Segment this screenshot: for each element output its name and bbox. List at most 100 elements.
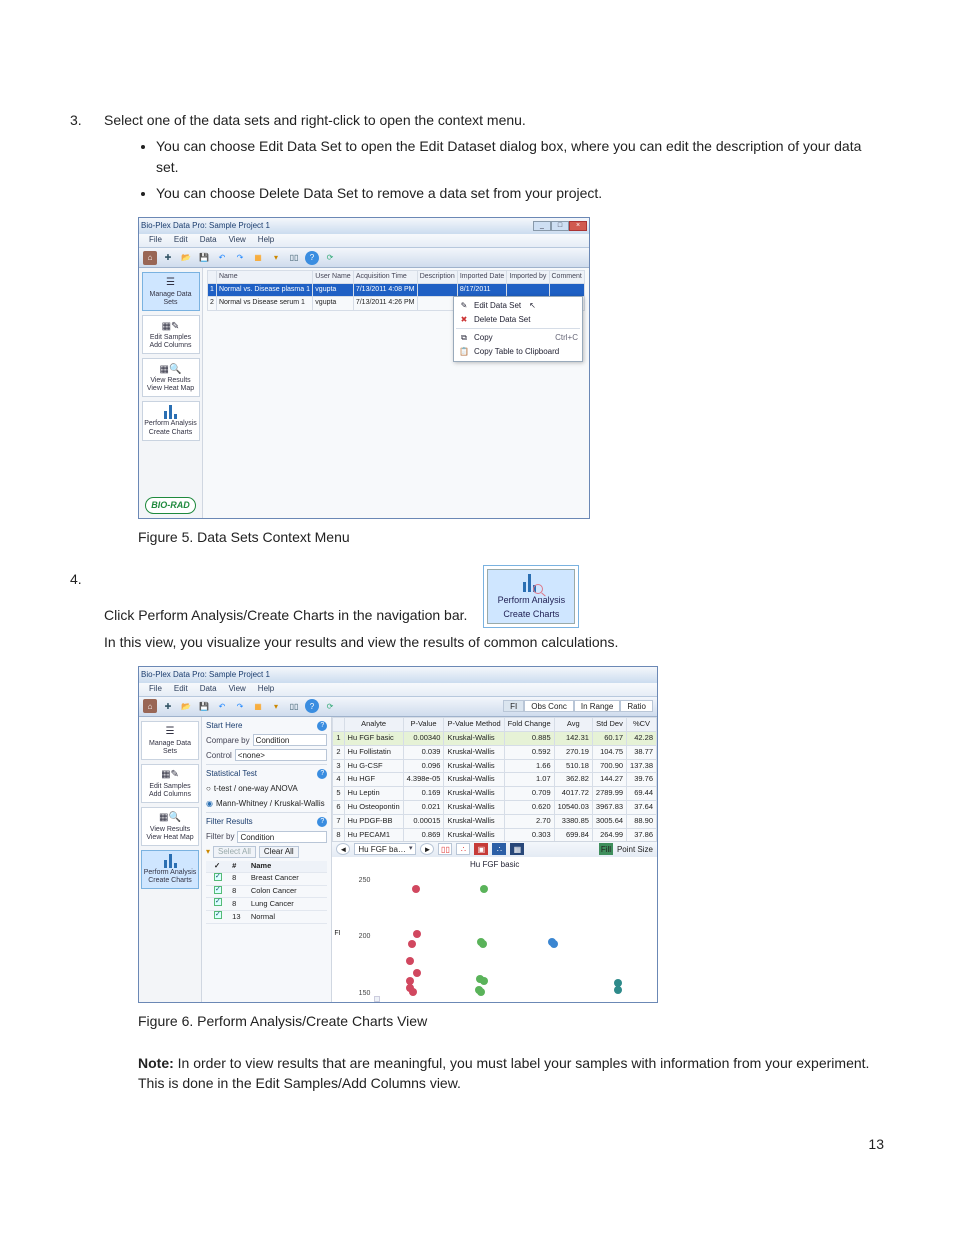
data-point[interactable]: [412, 885, 420, 893]
funnel-icon[interactable]: ▾: [269, 699, 283, 713]
col-comment[interactable]: Comment: [549, 271, 585, 284]
undo-icon[interactable]: ↶: [215, 699, 229, 713]
data-point[interactable]: [477, 988, 485, 996]
filter-row[interactable]: 8Colon Cancer: [206, 885, 327, 898]
analyte-select[interactable]: Hu FGF ba…: [354, 843, 416, 855]
col-impdate[interactable]: Imported Date: [457, 271, 507, 284]
nav-view-results[interactable]: ▦🔍 View Results View Heat Map: [141, 807, 199, 846]
filter-row[interactable]: 8Breast Cancer: [206, 872, 327, 885]
nav-view-results[interactable]: ▦🔍 View Results View Heat Map: [142, 358, 200, 397]
next-icon[interactable]: ►: [420, 843, 434, 855]
open-icon[interactable]: 📂: [179, 699, 193, 713]
data-point[interactable]: [413, 969, 421, 977]
heat-chart-icon[interactable]: ▦: [510, 843, 524, 855]
nav-manage-data-sets[interactable]: ☰ Manage Data Sets: [141, 721, 199, 760]
clear-all-button[interactable]: Clear All: [259, 846, 299, 858]
prev-icon[interactable]: ◄: [336, 843, 350, 855]
col-user[interactable]: User Name: [313, 271, 354, 284]
compare-by-select[interactable]: Condition: [253, 734, 328, 746]
col-acq[interactable]: Acquisition Time: [353, 271, 417, 284]
fill-toggle[interactable]: Fill: [599, 843, 613, 855]
data-point[interactable]: [413, 930, 421, 938]
plot-area[interactable]: [374, 871, 651, 996]
filter-by-select[interactable]: Condition: [237, 831, 327, 843]
col-desc[interactable]: Description: [417, 271, 457, 284]
maximize-button[interactable]: □: [551, 221, 569, 231]
new-icon[interactable]: ✚: [161, 251, 175, 265]
tab-fi[interactable]: FI: [503, 700, 524, 712]
tab-in-range[interactable]: In Range: [574, 700, 620, 712]
funnel-icon[interactable]: ▾: [269, 251, 283, 265]
result-row[interactable]: 6Hu Osteopontin0.021Kruskal-Wallis0.6201…: [333, 801, 657, 815]
menu-data[interactable]: Data: [194, 683, 223, 696]
radio-mann-whitney[interactable]: ◉ Mann-Whitney / Kruskal-Wallis: [206, 798, 327, 810]
grid-icon[interactable]: ▦: [251, 251, 265, 265]
home-icon[interactable]: ⌂: [143, 251, 157, 265]
menu-file[interactable]: File: [143, 234, 168, 247]
bar-chart-icon[interactable]: ▯▯: [438, 843, 452, 855]
data-point[interactable]: [480, 885, 488, 893]
nav-perform-analysis[interactable]: Perform Analysis Create Charts: [142, 401, 200, 440]
save-icon[interactable]: 💾: [197, 251, 211, 265]
data-point[interactable]: [406, 957, 414, 965]
menu-edit[interactable]: Edit: [168, 234, 194, 247]
save-icon[interactable]: 💾: [197, 699, 211, 713]
result-row[interactable]: 8Hu PECAM10.869Kruskal-Wallis0.303699.84…: [333, 828, 657, 841]
data-point[interactable]: [408, 940, 416, 948]
help-icon[interactable]: ?: [305, 699, 319, 713]
open-icon[interactable]: 📂: [179, 251, 193, 265]
new-icon[interactable]: ✚: [161, 699, 175, 713]
help-icon[interactable]: ?: [317, 721, 327, 731]
columns-icon[interactable]: ▯▯: [287, 699, 301, 713]
nav-manage-data-sets[interactable]: ☰ Manage Data Sets: [142, 272, 200, 311]
nav-edit-samples[interactable]: ▦✎ Edit Samples Add Columns: [141, 764, 199, 803]
ctx-copy-table[interactable]: 📋 Copy Table to Clipboard: [456, 345, 580, 359]
help-icon[interactable]: ?: [305, 251, 319, 265]
result-row[interactable]: 2Hu Follistatin0.039Kruskal-Wallis0.5922…: [333, 745, 657, 759]
menu-edit[interactable]: Edit: [168, 683, 194, 696]
data-point[interactable]: [409, 988, 417, 996]
menu-help[interactable]: Help: [252, 683, 280, 696]
col-index[interactable]: [208, 271, 217, 284]
data-point[interactable]: [550, 940, 558, 948]
filter-row[interactable]: 13Normal: [206, 911, 327, 924]
refresh-icon[interactable]: ⟳: [323, 699, 337, 713]
refresh-icon[interactable]: ⟳: [323, 251, 337, 265]
data-point[interactable]: [479, 940, 487, 948]
result-row[interactable]: 4Hu HGF4.398e-05Kruskal-Wallis1.07362.82…: [333, 773, 657, 787]
help-icon[interactable]: ?: [317, 769, 327, 779]
col-name[interactable]: Name: [216, 271, 312, 284]
home-icon[interactable]: ⌂: [143, 699, 157, 713]
tab-obs-conc[interactable]: Obs Conc: [524, 700, 574, 712]
redo-icon[interactable]: ↷: [233, 251, 247, 265]
nav-perform-analysis[interactable]: Perform Analysis Create Charts: [141, 850, 199, 889]
help-icon[interactable]: ?: [317, 817, 327, 827]
data-point[interactable]: [614, 986, 622, 994]
data-point[interactable]: [480, 977, 488, 985]
undo-icon[interactable]: ↶: [215, 251, 229, 265]
grid-icon[interactable]: ▦: [251, 699, 265, 713]
select-all-button[interactable]: Select All: [213, 846, 256, 858]
data-set-row[interactable]: 1 Normal vs. Disease plasma 1 vgupta 7/1…: [208, 284, 585, 297]
minimize-button[interactable]: _: [533, 221, 551, 231]
menu-view[interactable]: View: [223, 234, 252, 247]
result-row[interactable]: 5Hu Leptin0.169Kruskal-Wallis0.7094017.7…: [333, 787, 657, 801]
filter-row[interactable]: 8Lung Cancer: [206, 898, 327, 911]
columns-icon[interactable]: ▯▯: [287, 251, 301, 265]
result-row[interactable]: 3Hu G-CSF0.096Kruskal-Wallis1.66510.1870…: [333, 759, 657, 773]
ctx-edit-data-set[interactable]: ✎ Edit Data Set ↖: [456, 299, 580, 313]
nav-edit-samples[interactable]: ▦✎ Edit Samples Add Columns: [142, 315, 200, 354]
redo-icon[interactable]: ↷: [233, 699, 247, 713]
menu-view[interactable]: View: [223, 683, 252, 696]
tab-ratio[interactable]: Ratio: [620, 700, 653, 712]
result-row[interactable]: 7Hu PDGF-BB0.00015Kruskal-Wallis2.703380…: [333, 815, 657, 829]
dot-chart-icon[interactable]: ∴: [456, 843, 470, 855]
result-row[interactable]: 1Hu FGF basic0.00340Kruskal-Wallis0.8851…: [333, 731, 657, 745]
ctx-copy[interactable]: ⧉ Copy Ctrl+C: [456, 331, 580, 345]
menu-help[interactable]: Help: [252, 234, 280, 247]
box-chart-icon[interactable]: ▣: [474, 843, 488, 855]
control-select[interactable]: <none>: [235, 749, 328, 761]
scatter-chart-icon[interactable]: ∴: [492, 843, 506, 855]
close-button[interactable]: ×: [569, 221, 587, 231]
col-impby[interactable]: Imported by: [507, 271, 549, 284]
